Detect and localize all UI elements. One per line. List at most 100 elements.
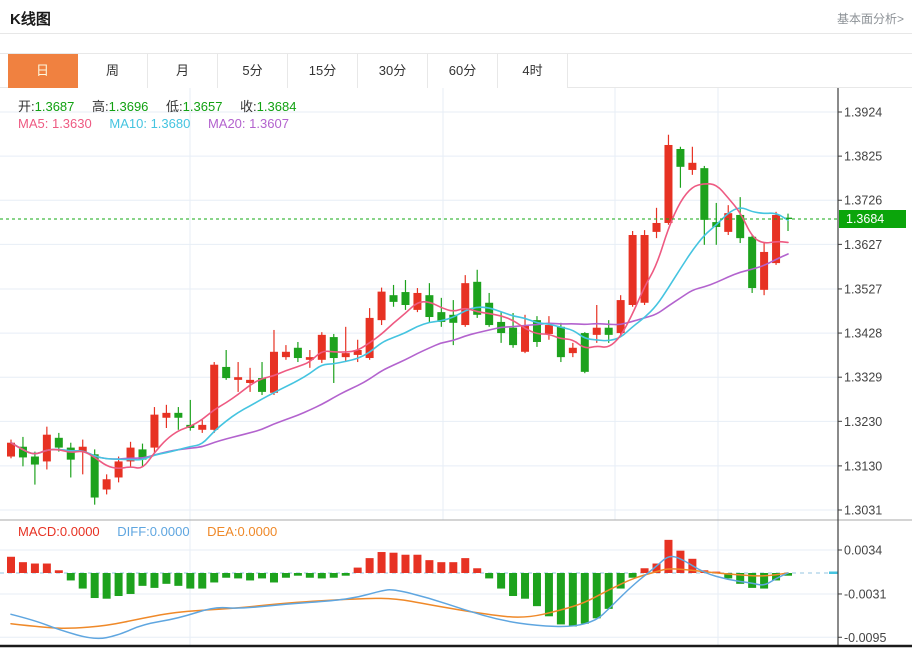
close-value: 1.3684 (257, 99, 297, 114)
candles-layer (7, 135, 792, 505)
candle-up (461, 275, 469, 327)
macd-value: 0.0000 (60, 524, 100, 539)
macd-bar-negative (234, 573, 242, 578)
candle-down (485, 293, 493, 327)
dea-label: DEA: (207, 524, 237, 539)
macd-bar-negative (533, 573, 541, 606)
axis-tick-label: 1.3230 (844, 415, 882, 429)
axis-tick-label: 1.3329 (844, 371, 882, 385)
ma-lines-layer (11, 184, 788, 468)
candle-down (449, 300, 457, 345)
macd-bar-positive (31, 564, 39, 573)
candle-up (521, 315, 529, 353)
macd-bar-negative (306, 573, 314, 578)
axis-tick-label: 1.3527 (844, 282, 882, 296)
candle-up (569, 343, 577, 357)
macd-bar-negative (294, 573, 302, 576)
macd-bar-positive (378, 552, 386, 573)
macd-bar-negative (186, 573, 194, 589)
macd-bar-negative (115, 573, 123, 596)
close-label: 收: (240, 99, 257, 114)
candle-up (760, 243, 768, 295)
ma20-line (11, 254, 788, 459)
macd-bar-negative (557, 573, 565, 624)
macd-bar-negative (485, 573, 493, 578)
macd-bar-negative (545, 573, 553, 616)
candle-up (342, 327, 350, 362)
axis-tick-label: 1.3130 (844, 459, 882, 473)
macd-bar-negative (79, 573, 87, 589)
ma-legend: MA5: 1.3630 MA10: 1.3680 MA20: 1.3607 (18, 116, 303, 131)
ma20-label: MA20: (208, 116, 246, 131)
macd-bar-negative (150, 573, 158, 588)
candle-up (282, 345, 290, 360)
ma10-label: MA10: (109, 116, 147, 131)
candle-up (664, 135, 672, 225)
candle-up (724, 205, 732, 235)
macd-bar-negative (198, 573, 206, 589)
candle-down (437, 298, 445, 327)
macd-bar-positive (473, 568, 481, 573)
candle-up (653, 208, 661, 238)
axis-tick-label: -0.0031 (844, 587, 886, 601)
axis-labels: 1.39241.38251.37261.36271.35271.34281.33… (838, 106, 886, 645)
ma5-label: MA5: (18, 116, 48, 131)
candle-down (401, 280, 409, 310)
diff-label: DIFF: (117, 524, 150, 539)
candle-up (127, 442, 135, 467)
macd-panel (0, 540, 838, 639)
current-price-tag: 1.3684 (839, 210, 906, 228)
ma20-value: 1.3607 (249, 116, 289, 131)
macd-bar-positive (437, 562, 445, 573)
macd-bar-negative (174, 573, 182, 586)
candle-up (79, 440, 87, 475)
candle-up (103, 474, 111, 494)
macd-bar-negative (521, 573, 529, 599)
candle-up (318, 332, 326, 363)
candle-up (270, 330, 278, 395)
macd-bar-negative (629, 573, 637, 578)
candle-up (617, 295, 625, 335)
axis-tick-label: -0.0095 (844, 631, 886, 645)
macd-bar-positive (55, 570, 63, 573)
macd-bar-negative (569, 573, 577, 626)
macd-bar-negative (162, 573, 170, 584)
macd-bar-negative (342, 573, 350, 576)
macd-bar-positive (366, 558, 374, 573)
low-value: 1.3657 (183, 99, 223, 114)
macd-bar-positive (401, 555, 409, 573)
macd-bar-negative (581, 573, 589, 624)
candle-down (294, 342, 302, 362)
macd-label: MACD: (18, 524, 60, 539)
open-value: 1.3687 (35, 99, 75, 114)
candle-up (545, 316, 553, 340)
candle-down (390, 285, 398, 307)
candle-down (222, 350, 230, 380)
macd-bar-negative (318, 573, 326, 578)
axis-tick-label: 0.0034 (844, 543, 882, 557)
macd-zero-axis-tick (829, 572, 838, 575)
macd-bar-positive (354, 568, 362, 573)
candle-up (688, 147, 696, 175)
ma10-line (11, 208, 788, 460)
candle-down (330, 334, 338, 383)
low-label: 低: (166, 99, 183, 114)
dea-value: 0.0000 (238, 524, 278, 539)
macd-bar-negative (138, 573, 146, 586)
candle-up (162, 405, 170, 428)
macd-bar-negative (258, 573, 266, 578)
macd-bar-positive (390, 553, 398, 573)
open-label: 开: (18, 99, 35, 114)
axis-tick-label: 1.3627 (844, 238, 882, 252)
candle-down (533, 316, 541, 347)
macd-bar-positive (413, 555, 421, 573)
macd-bar-negative (270, 573, 278, 582)
axis-tick-label: 1.3825 (844, 150, 882, 164)
candle-down (557, 323, 565, 362)
candle-up (629, 231, 637, 307)
candle-down (67, 443, 75, 478)
macd-bar-positive (425, 560, 433, 573)
macd-bar-positive (7, 557, 15, 573)
macd-bar-negative (103, 573, 111, 599)
macd-bar-positive (19, 562, 27, 573)
